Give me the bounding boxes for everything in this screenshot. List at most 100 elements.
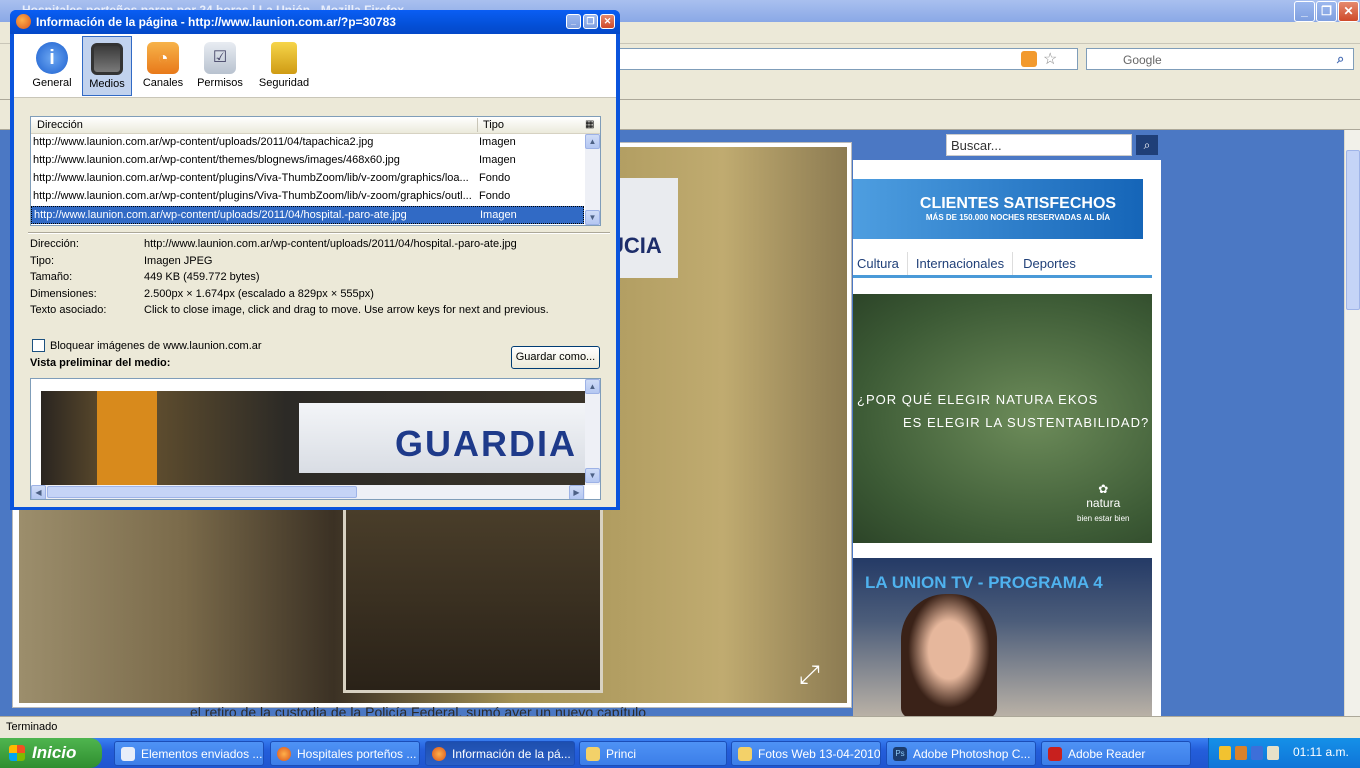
preview-scroll-up-icon[interactable]: ▲: [585, 379, 600, 394]
tab-canales[interactable]: ◔ Canales: [140, 36, 186, 96]
media-row[interactable]: http://www.launion.com.ar/wp-content/upl…: [31, 134, 584, 152]
taskbar-item-label: Princi: [606, 747, 637, 761]
separator: [28, 232, 610, 234]
taskbar-item-page-info[interactable]: Información de la pá...: [425, 741, 575, 766]
page-scrollbar[interactable]: [1344, 130, 1360, 716]
dialog-toolbar: i General Medios ◔ Canales ☑ Permisos Segur…: [14, 34, 616, 98]
natura-logo: ✿ natura bien estar bien: [1077, 482, 1130, 523]
size-value: 449 KB (459.772 bytes): [144, 271, 260, 283]
photo-door: [343, 503, 603, 693]
url-bar[interactable]: ☆: [618, 48, 1078, 70]
scroll-down-icon[interactable]: ▼: [585, 210, 600, 225]
taskbar-item-firefox[interactable]: Hospitales porteños ...: [270, 741, 420, 766]
natura-line2: ES ELEGIR LA SUSTENTABILIDAD?: [903, 415, 1150, 430]
pdf-icon: [1048, 747, 1062, 761]
permissions-icon: ☑: [204, 42, 236, 74]
media-row-url: http://www.launion.com.ar/wp-content/plu…: [33, 190, 472, 202]
natura-line1: ¿POR QUÉ ELEGIR NATURA EKOS: [857, 392, 1099, 407]
firefox-task-icon: [277, 747, 291, 761]
column-type[interactable]: Tipo: [483, 119, 504, 131]
rss-feed-icon: ◔: [147, 42, 179, 74]
tab-seguridad-label: Seguridad: [258, 77, 310, 89]
dialog-minimize-icon[interactable]: _: [566, 14, 581, 29]
media-row-type: Imagen: [479, 136, 516, 148]
tab-medios-label: Medios: [89, 78, 125, 90]
save-as-button[interactable]: Guardar como...: [511, 346, 600, 369]
preview-guardia-sign: GUARDIA: [299, 403, 589, 473]
natura-logo-text: natura: [1086, 496, 1121, 510]
taskbar-item-label: Adobe Reader: [1068, 747, 1146, 761]
tab-seguridad[interactable]: Seguridad: [256, 36, 312, 96]
tab-general[interactable]: i General: [30, 36, 74, 96]
start-label: Inicio: [32, 743, 77, 762]
preview-scroll-right-icon[interactable]: ▶: [569, 485, 584, 499]
category-internacionales[interactable]: Internacionales: [908, 252, 1014, 275]
folder-icon: [738, 747, 752, 761]
category-cultura[interactable]: Cultura: [853, 252, 908, 275]
lock-icon: [271, 42, 297, 74]
media-row[interactable]: http://www.launion.com.ar/wp-content/plu…: [31, 170, 584, 188]
column-picker-icon[interactable]: ▦: [585, 119, 594, 130]
taskbar-item-label: Información de la pá...: [452, 747, 571, 761]
expand-icon[interactable]: ⤢: [799, 659, 820, 691]
tab-medios[interactable]: Medios: [82, 36, 132, 96]
dialog-maximize-icon[interactable]: ❐: [583, 14, 598, 29]
site-search-button[interactable]: ⌕: [1136, 135, 1158, 155]
minimize-icon[interactable]: _: [1294, 1, 1315, 22]
start-button[interactable]: Inicio: [0, 738, 102, 768]
media-row-url: http://www.launion.com.ar/wp-content/plu…: [33, 172, 469, 184]
firefox-icon: [16, 14, 31, 29]
preview-label: Vista preliminar del medio:: [30, 357, 171, 369]
taskbar-item-label: Adobe Photoshop C...: [913, 747, 1031, 761]
taskbar-item-folder[interactable]: Princi: [579, 741, 727, 766]
natura-ad[interactable]: ¿POR QUÉ ELEGIR NATURA EKOS ES ELEGIR LA…: [853, 294, 1152, 543]
media-row-type: Imagen: [480, 209, 517, 221]
type-value: Imagen JPEG: [144, 255, 213, 267]
media-list-scrollbar[interactable]: ▲ ▼: [585, 134, 600, 225]
taskbar-item-folder-photos[interactable]: Fotos Web 13-04-2010: [731, 741, 881, 766]
media-row-selected[interactable]: http://www.launion.com.ar/wp-content/upl…: [31, 206, 584, 224]
taskbar-item-adobe-reader[interactable]: Adobe Reader: [1041, 741, 1191, 766]
windows-icon: [9, 745, 25, 761]
preview-hscrollbar[interactable]: ◀ ▶: [31, 485, 585, 499]
taskbar-item-photoshop[interactable]: Ps Adobe Photoshop C...: [886, 741, 1036, 766]
shield-icon[interactable]: [1219, 746, 1231, 760]
info-icon: i: [36, 42, 68, 74]
search-placeholder: Google: [1123, 53, 1162, 67]
address-label: Dirección:: [30, 238, 79, 250]
block-images-label[interactable]: Bloquear imágenes de www.launion.com.ar: [50, 340, 262, 352]
dialog-close-icon[interactable]: ✕: [600, 14, 615, 29]
taskbar-item-outlook[interactable]: Elementos enviados ...: [114, 741, 264, 766]
media-list[interactable]: Dirección Tipo ▦ http://www.launion.com.…: [30, 116, 601, 226]
column-address[interactable]: Dirección: [37, 119, 83, 131]
preview-cross-sign: [97, 391, 157, 485]
browser-search-box[interactable]: Google ⌕: [1086, 48, 1354, 70]
hotel-banner[interactable]: CLIENTES SATISFECHOS MÁS DE 150.000 NOCH…: [853, 179, 1143, 239]
preview-hscroll-thumb[interactable]: [47, 486, 357, 498]
preview-scroll-left-icon[interactable]: ◀: [31, 485, 46, 499]
tv-video[interactable]: LA UNION TV - PROGRAMA 4: [853, 558, 1152, 718]
rss-icon[interactable]: [1021, 51, 1037, 67]
preview-vscrollbar[interactable]: ▲ ▼: [585, 379, 600, 485]
close-icon[interactable]: ✕: [1338, 1, 1359, 22]
media-icon: [91, 43, 123, 75]
dialog-title: Información de la página - http://www.la…: [36, 15, 396, 29]
search-icon[interactable]: ⌕: [1337, 51, 1344, 67]
tool-icon[interactable]: [1267, 746, 1279, 760]
category-deportes[interactable]: Deportes: [1013, 252, 1084, 275]
block-images-checkbox[interactable]: [32, 339, 45, 352]
tab-permisos-label: Permisos: [197, 77, 243, 89]
tab-permisos[interactable]: ☑ Permisos: [196, 36, 244, 96]
star-icon[interactable]: ☆: [1043, 49, 1057, 69]
tray-app-icon[interactable]: [1235, 746, 1247, 760]
dialog-body: i General Medios ◔ Canales ☑ Permisos Segur…: [14, 34, 616, 507]
maximize-icon[interactable]: ❐: [1316, 1, 1337, 22]
media-row-url: http://www.launion.com.ar/wp-content/upl…: [34, 209, 407, 221]
network-icon[interactable]: [1251, 746, 1263, 760]
preview-scroll-down-icon[interactable]: ▼: [585, 468, 600, 483]
clock[interactable]: 01:11 a.m.: [1293, 745, 1349, 759]
media-row[interactable]: http://www.launion.com.ar/wp-content/plu…: [31, 188, 584, 206]
scroll-up-icon[interactable]: ▲: [585, 134, 600, 149]
site-search-input[interactable]: Buscar...: [946, 134, 1132, 156]
media-row[interactable]: http://www.launion.com.ar/wp-content/the…: [31, 152, 584, 170]
